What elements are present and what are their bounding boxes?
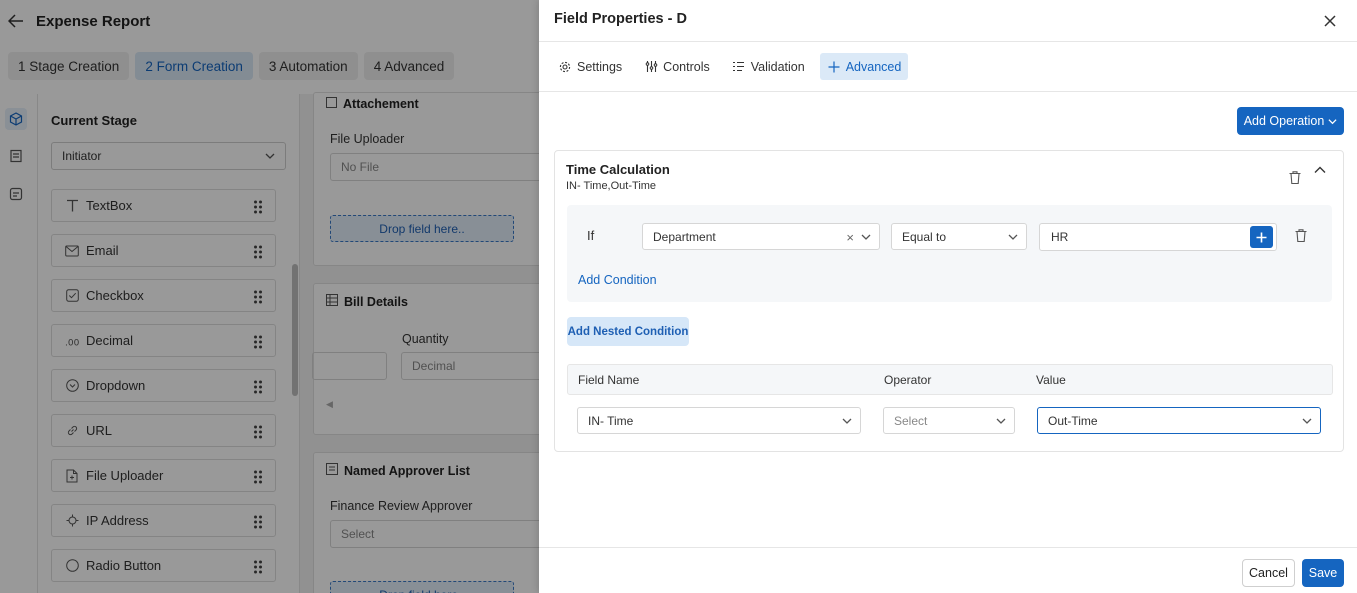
field-properties-drawer: Field Properties - D Settings Controls V… <box>539 0 1357 593</box>
footer-divider <box>539 547 1357 548</box>
chevron-down-icon <box>1008 234 1018 240</box>
add-value-button[interactable] <box>1250 226 1273 248</box>
tab-settings[interactable]: Settings <box>551 53 629 80</box>
plus-icon <box>1256 232 1267 242</box>
drawer-header: Field Properties - D <box>539 0 1357 42</box>
tab-validation[interactable]: Validation <box>725 53 812 80</box>
gear-icon <box>558 60 572 74</box>
chevron-down-icon <box>842 418 852 424</box>
column-value: Value <box>1036 373 1066 387</box>
trash-icon[interactable] <box>1294 228 1310 244</box>
value-selected: Out-Time <box>1048 413 1098 428</box>
if-label: If <box>587 228 595 243</box>
tab-controls-label: Controls <box>663 59 710 74</box>
clear-icon[interactable]: × <box>846 230 854 245</box>
chevron-down-icon <box>1328 118 1337 124</box>
save-button[interactable]: Save <box>1302 559 1344 587</box>
modal-overlay[interactable] <box>0 0 540 593</box>
condition-operator-value: Equal to <box>902 229 947 244</box>
cancel-button[interactable]: Cancel <box>1242 559 1295 587</box>
chevron-down-icon <box>996 418 1006 424</box>
tab-controls[interactable]: Controls <box>637 53 717 80</box>
operation-title: Time Calculation <box>566 162 670 177</box>
sliders-icon <box>644 60 658 74</box>
plus-icon <box>827 60 841 74</box>
list-check-icon <box>732 60 746 74</box>
add-operation-label: Add Operation <box>1243 114 1325 128</box>
add-operation-button[interactable]: Add Operation <box>1237 107 1344 135</box>
condition-group: If Department × Equal to HR Add Conditio… <box>567 205 1332 302</box>
drawer-title: Field Properties - D <box>554 11 687 27</box>
add-nested-condition-button[interactable]: Add Nested Condition <box>567 317 689 346</box>
operator-placeholder: Select <box>894 413 928 428</box>
field-name-select[interactable]: IN- Time <box>577 407 861 434</box>
operation-subtitle: IN- Time,Out-Time <box>566 180 657 192</box>
chevron-down-icon <box>861 234 871 240</box>
condition-operator-select[interactable]: Equal to <box>891 223 1027 250</box>
tab-settings-label: Settings <box>577 59 623 74</box>
add-condition-link[interactable]: Add Condition <box>578 273 657 287</box>
chevron-up-icon[interactable] <box>1314 164 1330 180</box>
divider <box>539 91 1357 92</box>
condition-value: HR <box>1051 230 1069 244</box>
tab-advanced-label: Advanced <box>845 59 902 74</box>
column-field-name: Field Name <box>578 373 640 387</box>
tab-validation-label: Validation <box>750 59 805 74</box>
column-operator: Operator <box>884 373 932 387</box>
operation-card: Time Calculation IN- Time,Out-Time If De… <box>554 150 1344 452</box>
property-tabs: Settings Controls Validation Advanced <box>551 53 909 81</box>
condition-field-select[interactable]: Department × <box>642 223 880 250</box>
tab-advanced[interactable]: Advanced <box>819 53 909 80</box>
close-icon[interactable] <box>1321 12 1339 30</box>
condition-value-input[interactable]: HR <box>1039 223 1277 251</box>
value-select[interactable]: Out-Time <box>1037 407 1321 434</box>
field-name-value: IN- Time <box>588 413 634 428</box>
chevron-down-icon <box>1302 418 1312 424</box>
condition-field-value: Department <box>653 229 716 244</box>
trash-icon[interactable] <box>1288 170 1304 186</box>
operation-table-header: Field Name Operator Value <box>567 364 1333 395</box>
operator-select[interactable]: Select <box>883 407 1015 434</box>
